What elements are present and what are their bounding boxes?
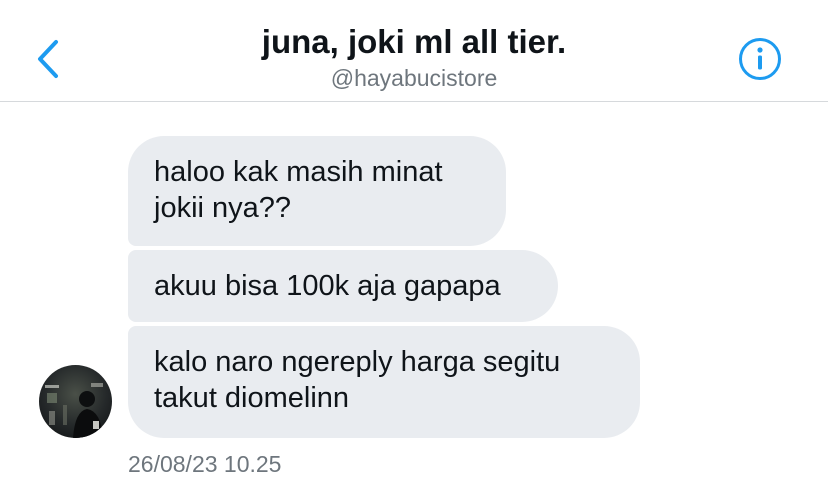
avatar-image	[39, 365, 112, 438]
info-button[interactable]	[738, 37, 782, 81]
message-bubble[interactable]: akuu bisa 100k aja gapapa	[128, 250, 558, 322]
avatar[interactable]	[39, 365, 112, 438]
conversation-handle: @hayabucistore	[330, 65, 498, 91]
message-bubble[interactable]: haloo kak masih minat jokii nya??	[128, 136, 506, 246]
dm-conversation-screen: juna, joki ml all tier. @hayabucistore h…	[0, 0, 828, 499]
message-timestamp: 26/08/23 10.25	[128, 451, 282, 477]
message-bubble[interactable]: kalo naro ngereply harga segitu takut di…	[128, 326, 640, 438]
conversation-title: juna, joki ml all tier.	[261, 23, 567, 60]
message-list: haloo kak masih minat jokii nya?? akuu b…	[0, 102, 828, 499]
info-circle-icon	[739, 38, 781, 80]
conversation-header: juna, joki ml all tier. @hayabucistore	[0, 0, 828, 102]
